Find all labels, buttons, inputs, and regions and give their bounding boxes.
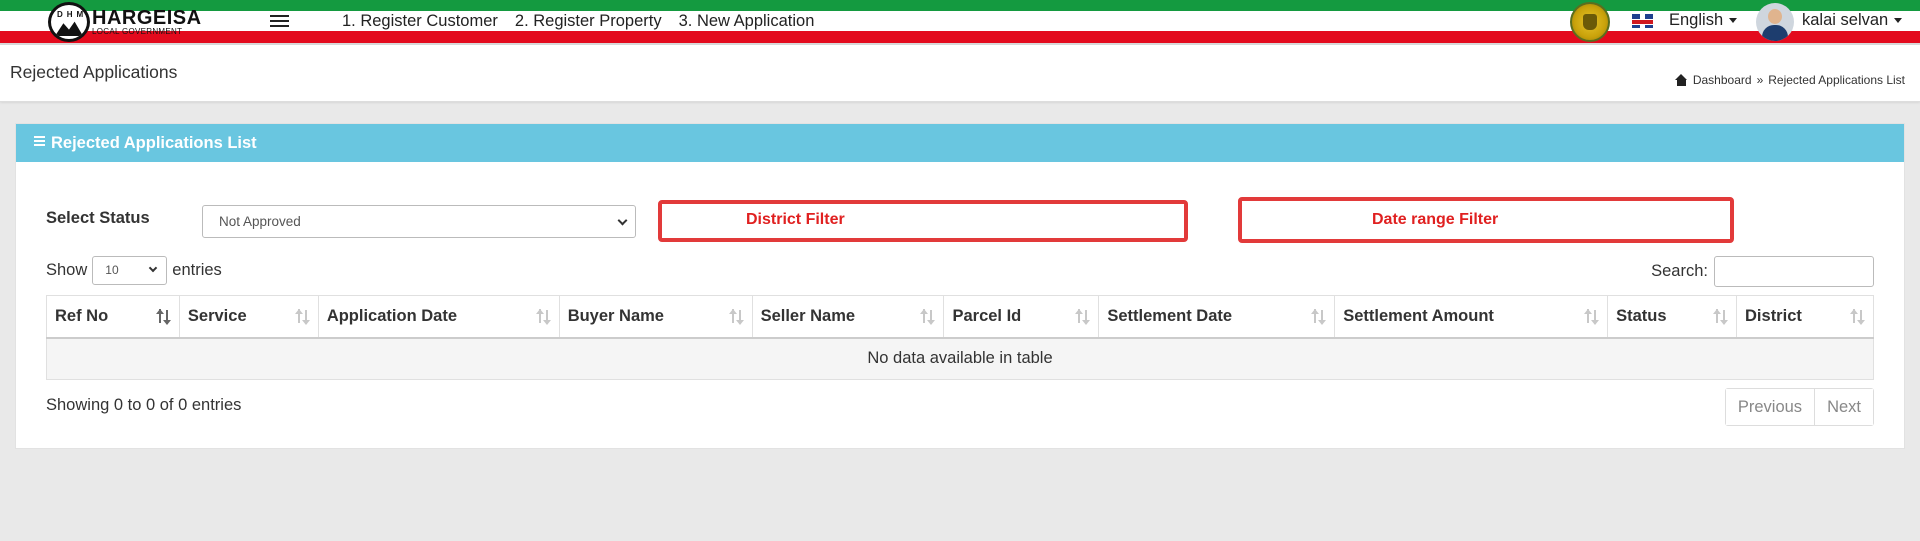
applications-table: Ref No Service Application Date Buyer Na…: [46, 295, 1874, 380]
uk-flag-icon: [1632, 14, 1653, 28]
select-status-label: Select Status: [46, 209, 150, 227]
column-settlement-date[interactable]: Settlement Date: [1098, 295, 1336, 339]
column-settlement-amount[interactable]: Settlement Amount: [1334, 295, 1609, 339]
column-parcel-id[interactable]: Parcel Id: [943, 295, 1100, 339]
previous-button[interactable]: Previous: [1725, 389, 1815, 425]
top-navbar: DHM HARGEISA LOCAL GOVERNMENT 1. Registe…: [0, 0, 1920, 45]
district-filter-label: District Filter: [746, 211, 845, 228]
column-seller-name[interactable]: Seller Name: [751, 295, 945, 339]
top-nav-links: 1. Register Customer 2. Register Propert…: [342, 11, 814, 31]
hamburger-menu-icon[interactable]: [270, 15, 289, 29]
logo-title: HARGEISA: [92, 7, 202, 29]
card-header: Rejected Applications List: [16, 124, 1904, 162]
nav-register-property[interactable]: 2. Register Property: [515, 11, 662, 31]
language-label: English: [1669, 11, 1724, 29]
sort-icon: [294, 309, 310, 325]
district-filter-annotation: District Filter: [658, 200, 1188, 242]
user-name: kalai selvan: [1802, 11, 1889, 29]
breadcrumb-separator: »: [1756, 73, 1764, 87]
language-dropdown[interactable]: English: [1669, 11, 1738, 30]
sort-icon: [728, 309, 744, 325]
column-service[interactable]: Service: [178, 295, 319, 339]
card-title: Rejected Applications List: [51, 134, 257, 152]
sort-icon: [1075, 309, 1091, 325]
caret-down-icon: [1729, 18, 1738, 24]
page-title: Rejected Applications: [10, 62, 178, 82]
caret-down-icon: [1894, 18, 1903, 24]
sort-icon: [1713, 309, 1729, 325]
entries-select-value: 10: [105, 263, 119, 277]
column-buyer-name[interactable]: Buyer Name: [558, 295, 753, 339]
column-status[interactable]: Status: [1607, 295, 1738, 339]
sort-icon: [1311, 309, 1327, 325]
sort-icon: [535, 309, 551, 325]
sort-asc-icon: [155, 309, 171, 325]
status-select-value: Not Approved: [219, 214, 301, 229]
table-row: No data available in table: [46, 337, 1874, 380]
page-header: Rejected Applications Dashboard » Reject…: [0, 45, 1920, 102]
status-select[interactable]: Not Approved: [202, 205, 636, 238]
home-icon: [1674, 74, 1688, 86]
date-range-filter-label: Date range Filter: [1372, 211, 1499, 228]
show-label: Show: [46, 261, 88, 279]
rejected-applications-card: Rejected Applications List Select Status…: [15, 123, 1905, 449]
government-seal-icon: [1570, 2, 1610, 42]
entries-select[interactable]: 10: [92, 256, 168, 285]
date-range-filter-annotation: Date range Filter: [1238, 197, 1734, 243]
entries-length-control: Show 10 entries: [46, 256, 222, 285]
user-avatar[interactable]: [1756, 3, 1794, 41]
table-header-row: Ref No Service Application Date Buyer Na…: [46, 295, 1874, 339]
next-button[interactable]: Next: [1814, 389, 1873, 425]
column-application-date[interactable]: Application Date: [317, 295, 560, 339]
search-label: Search:: [1651, 262, 1708, 280]
sort-icon: [1584, 309, 1600, 325]
column-district[interactable]: District: [1736, 295, 1874, 339]
logo-letters: DHM: [57, 10, 88, 19]
sort-icon: [920, 309, 936, 325]
breadcrumb: Dashboard » Rejected Applications List: [1674, 73, 1905, 87]
user-dropdown[interactable]: kalai selvan: [1802, 11, 1903, 30]
pagination: Previous Next: [1724, 388, 1874, 426]
breadcrumb-current: Rejected Applications List: [1768, 73, 1905, 87]
sort-icon: [1850, 309, 1865, 325]
search-input[interactable]: [1714, 256, 1874, 287]
nav-new-application[interactable]: 3. New Application: [679, 11, 815, 31]
table-search: Search:: [1651, 256, 1874, 287]
entries-label: entries: [172, 261, 222, 279]
chevron-down-icon: [617, 215, 628, 226]
chevron-down-icon: [149, 263, 158, 273]
breadcrumb-dashboard[interactable]: Dashboard: [1693, 73, 1752, 87]
logo-subtitle: LOCAL GOVERNMENT: [92, 27, 183, 36]
empty-table-message: No data available in table: [46, 337, 1874, 380]
nav-register-customer[interactable]: 1. Register Customer: [342, 11, 498, 31]
logo-emblem-icon: DHM: [48, 2, 90, 42]
column-ref-no[interactable]: Ref No: [46, 295, 180, 339]
hargeisa-logo[interactable]: DHM HARGEISA LOCAL GOVERNMENT: [48, 2, 202, 42]
table-info: Showing 0 to 0 of 0 entries: [46, 396, 242, 414]
list-icon: [34, 136, 45, 146]
